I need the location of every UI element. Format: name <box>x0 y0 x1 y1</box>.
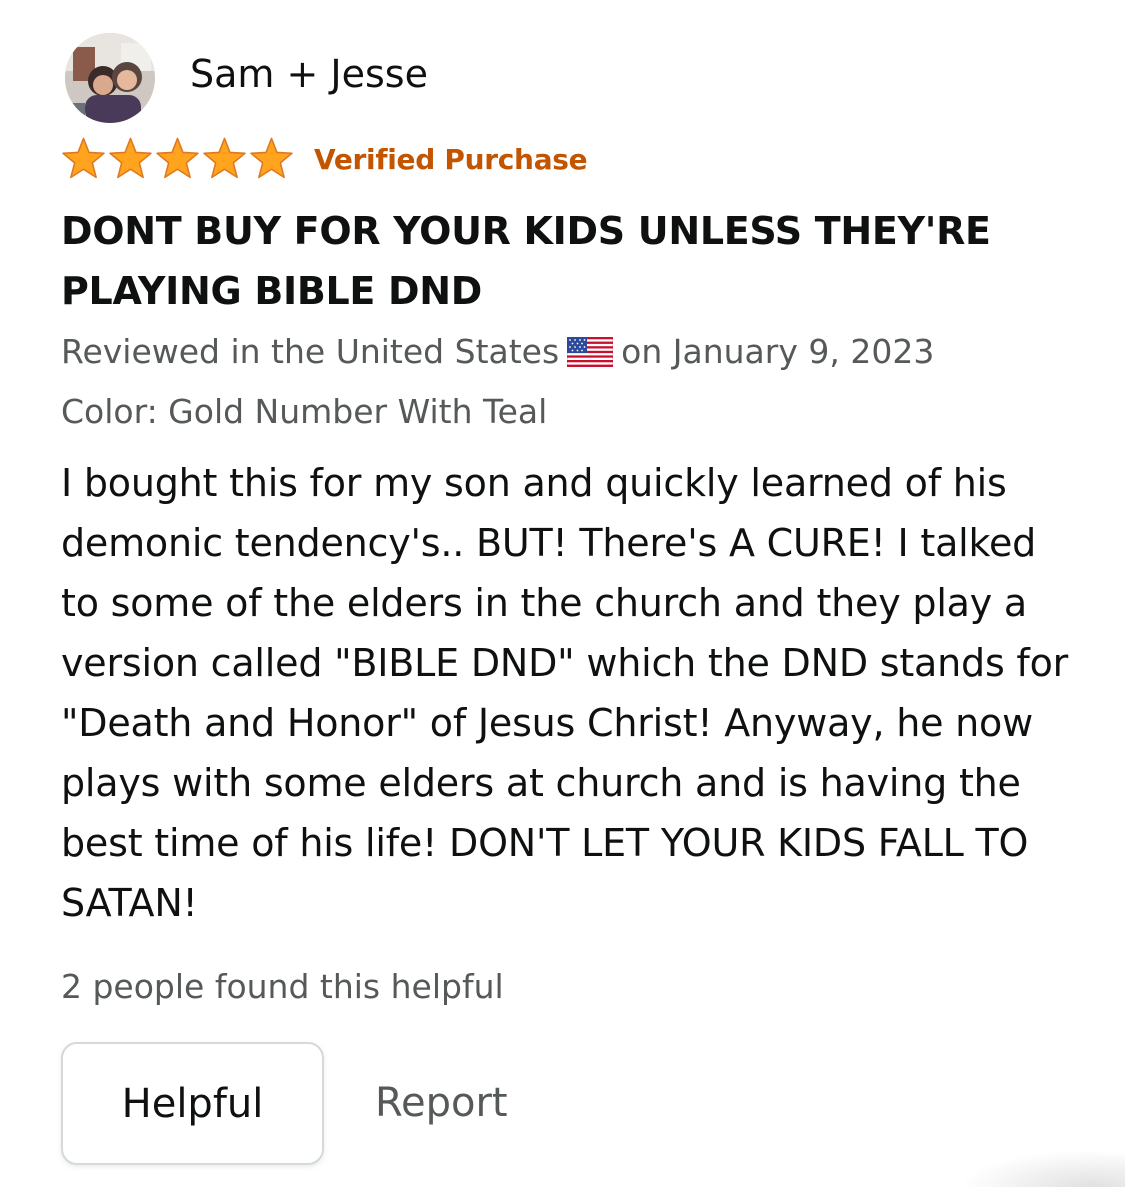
helpful-button[interactable]: Helpful <box>61 1042 324 1165</box>
star-icon <box>203 137 246 179</box>
review-date-text: on January 9, 2023 <box>621 332 935 371</box>
product-variant: Color: Gold Number With Teal <box>61 392 548 431</box>
us-flag-icon <box>567 337 614 367</box>
star-icon <box>109 137 152 179</box>
helpful-count: 2 people found this helpful <box>61 967 504 1006</box>
report-link[interactable]: Report <box>375 1078 508 1128</box>
avatar[interactable] <box>65 33 155 123</box>
avatar-photo <box>65 33 155 123</box>
review-title: DONT BUY FOR YOUR KIDS UNLESS THEY'RE PL… <box>61 209 991 313</box>
review-card: Sam + Jesse Verified Purchase DONT BUY F… <box>0 0 1125 1187</box>
review-date-line: Reviewed in the United States on January… <box>61 330 934 374</box>
verified-purchase-badge: Verified Purchase <box>314 142 588 176</box>
star-icon <box>250 137 293 179</box>
review-body: I bought this for my son and quickly lea… <box>61 461 1069 925</box>
star-icon <box>62 137 105 179</box>
star-rating[interactable] <box>61 136 294 182</box>
bottom-shadow <box>960 1150 1125 1187</box>
reviewed-location-text: Reviewed in the United States <box>61 332 560 371</box>
reviewer-name[interactable]: Sam + Jesse <box>190 50 428 98</box>
star-icon <box>156 137 199 179</box>
rating-row: Verified Purchase <box>61 136 588 182</box>
